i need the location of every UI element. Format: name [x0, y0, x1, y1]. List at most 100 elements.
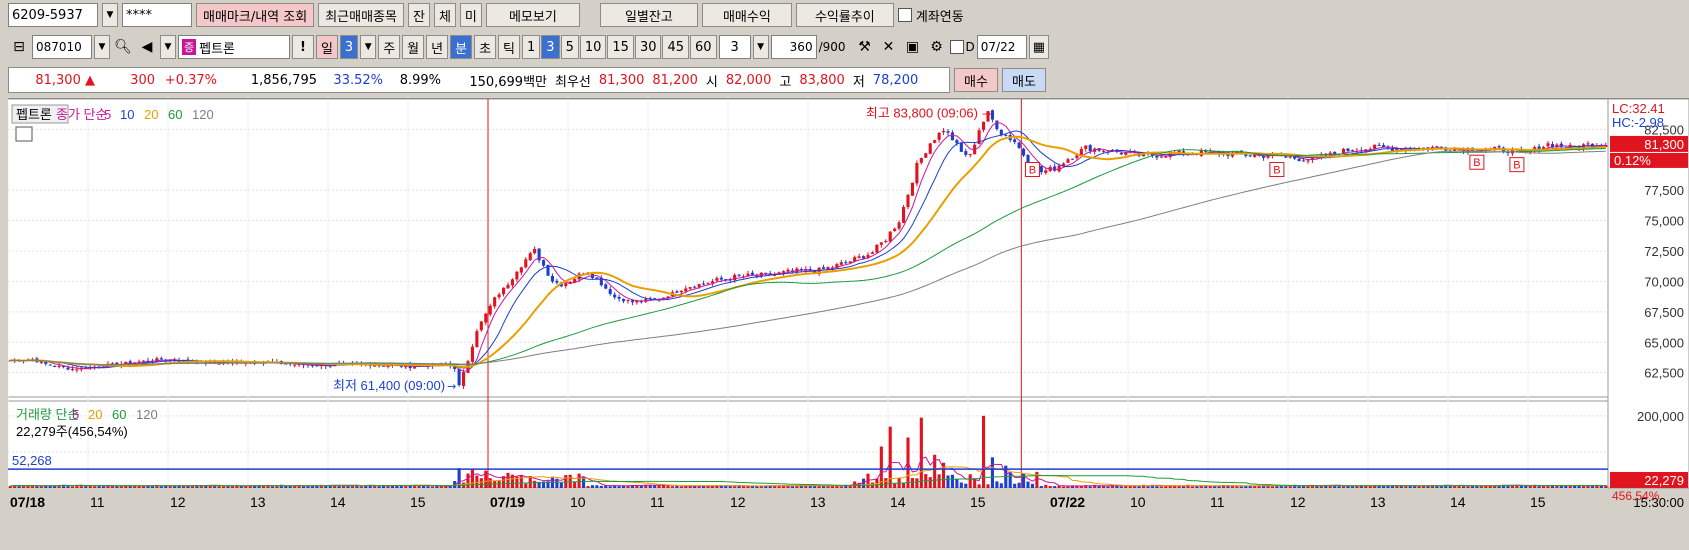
period-tick-button[interactable]: 틱: [498, 35, 520, 59]
volume-bar: [742, 486, 746, 488]
price-chart[interactable]: 82,500 77,500 75,000 72,500 70,000 67,500 65,0…: [8, 98, 1689, 550]
executed-button[interactable]: 체: [433, 3, 456, 27]
stock-code-field[interactable]: 087010: [32, 35, 92, 59]
candle-body: [844, 262, 848, 264]
period-year-button[interactable]: 년: [426, 35, 449, 59]
volume-bar: [1377, 486, 1381, 488]
candle-body: [937, 132, 941, 140]
volume-bar: [590, 485, 594, 488]
period-day-button[interactable]: 일: [315, 35, 338, 59]
period-week-button[interactable]: 주: [378, 35, 401, 59]
minute-option-30[interactable]: 30: [634, 35, 662, 59]
minute-option-5[interactable]: 5: [560, 35, 579, 59]
search-icon[interactable]: 🔍︎: [112, 35, 134, 59]
candle-body: [786, 269, 790, 272]
minute-option-60[interactable]: 60: [690, 35, 717, 59]
layout-icon[interactable]: ⊟: [8, 35, 30, 59]
volume-bar: [1479, 486, 1483, 488]
volume-bar: [137, 486, 141, 488]
period-day-value[interactable]: 3: [339, 35, 359, 59]
minute-option-15[interactable]: 15: [607, 35, 634, 59]
volume-bar: [804, 486, 808, 488]
legend-ma-title: 종가 단순: [56, 107, 107, 122]
trade-mark-label: B: [1513, 160, 1520, 172]
price-tick-label: 75,000: [1644, 214, 1684, 229]
volume-bar: [595, 485, 599, 488]
date-checkbox[interactable]: [949, 40, 964, 54]
candle-body: [555, 280, 559, 283]
legend-volume-title: 거래량 단순: [16, 407, 79, 422]
candle-body: [946, 131, 950, 133]
trade-profit-button[interactable]: 매매수익: [701, 3, 792, 27]
account-link-checkbox[interactable]: [897, 8, 912, 22]
unexecuted-button[interactable]: 미: [459, 3, 482, 27]
count-max: /900: [818, 40, 846, 54]
volume-bar: [1582, 486, 1586, 488]
candle-body: [604, 284, 608, 289]
volume-bar: [1053, 486, 1057, 488]
minute-option-10[interactable]: 10: [579, 35, 607, 59]
trade-mark-query-button[interactable]: 매매마크/내역 조회: [196, 3, 315, 27]
candle-body: [862, 256, 866, 259]
candle-body: [915, 163, 919, 184]
candle-body: [888, 231, 892, 242]
stock-code-dropdown[interactable]: ▼: [94, 35, 110, 59]
daily-balance-button[interactable]: 일별잔고: [599, 3, 698, 27]
volume-bar: [1217, 486, 1221, 488]
minute-option-3[interactable]: 3: [541, 35, 560, 59]
x-tick-label: 15: [1530, 494, 1546, 510]
crosshair-icon[interactable]: ✕: [878, 35, 900, 59]
volume-bar: [1026, 481, 1030, 488]
period-minute-button[interactable]: 분: [450, 35, 473, 59]
candle-body: [48, 364, 52, 366]
period-dropdown[interactable]: ▼: [360, 35, 377, 59]
stock-name-field[interactable]: 증 펩트론: [178, 35, 290, 59]
date-prefix: D: [965, 40, 975, 54]
sell-button[interactable]: 매도: [1002, 68, 1046, 92]
turnover-ratio: 8.99%: [399, 72, 441, 88]
period-month-button[interactable]: 월: [402, 35, 425, 59]
account-number-field[interactable]: 6209-5937: [8, 3, 98, 27]
candle-body: [884, 240, 888, 243]
x-tick-label: 13: [1370, 494, 1386, 510]
gear-icon[interactable]: ⚙: [926, 35, 948, 59]
balance-button[interactable]: 잔: [407, 3, 430, 27]
minute-option-1[interactable]: 1: [522, 35, 541, 59]
minute-option-45[interactable]: 45: [662, 35, 690, 59]
open-price: 82,000: [725, 72, 772, 88]
interval-field[interactable]: 3: [718, 35, 751, 59]
date-field[interactable]: 07/22: [976, 35, 1027, 59]
candle-body: [1306, 160, 1310, 162]
volume-bar: [617, 486, 621, 488]
memo-button[interactable]: 메모보기: [485, 3, 580, 27]
account-dropdown[interactable]: ▼: [102, 3, 118, 27]
candle-body: [839, 262, 843, 265]
buy-button[interactable]: 매수: [954, 68, 998, 92]
candle-body: [550, 275, 554, 282]
speaker-icon[interactable]: ◀︎: [136, 35, 158, 59]
volume-bar: [270, 486, 274, 488]
period-second-button[interactable]: 초: [474, 35, 497, 59]
price-tick-label: 65,000: [1644, 335, 1684, 350]
candle-body: [1497, 146, 1501, 148]
save-icon[interactable]: ▣: [902, 35, 924, 59]
calendar-icon[interactable]: ▦: [1028, 35, 1050, 59]
candle-body: [928, 143, 932, 154]
volume-bar: [128, 486, 132, 488]
x-tick-label: 13: [250, 494, 266, 510]
current-price-label: 81,300: [1644, 137, 1684, 152]
alert-button[interactable]: !: [292, 35, 314, 59]
candle-body: [57, 365, 61, 368]
candle-body: [382, 365, 386, 367]
interval-dropdown[interactable]: ▼: [752, 35, 769, 59]
count-field[interactable]: 360: [770, 35, 817, 59]
profit-trend-button[interactable]: 수익률추이: [795, 3, 894, 27]
speaker-dropdown[interactable]: ▼: [160, 35, 176, 59]
password-field[interactable]: ****: [122, 3, 192, 27]
chart-canvas[interactable]: 82,50077,50075,00072,50070,00067,50065,0…: [8, 99, 1689, 550]
legend-ma5: 5: [104, 107, 111, 122]
high-price: 83,800: [799, 72, 845, 88]
volume-bar: [884, 478, 888, 488]
tools-icon[interactable]: ⚒: [854, 35, 876, 59]
recent-trades-button[interactable]: 최근매매종목: [318, 3, 404, 27]
